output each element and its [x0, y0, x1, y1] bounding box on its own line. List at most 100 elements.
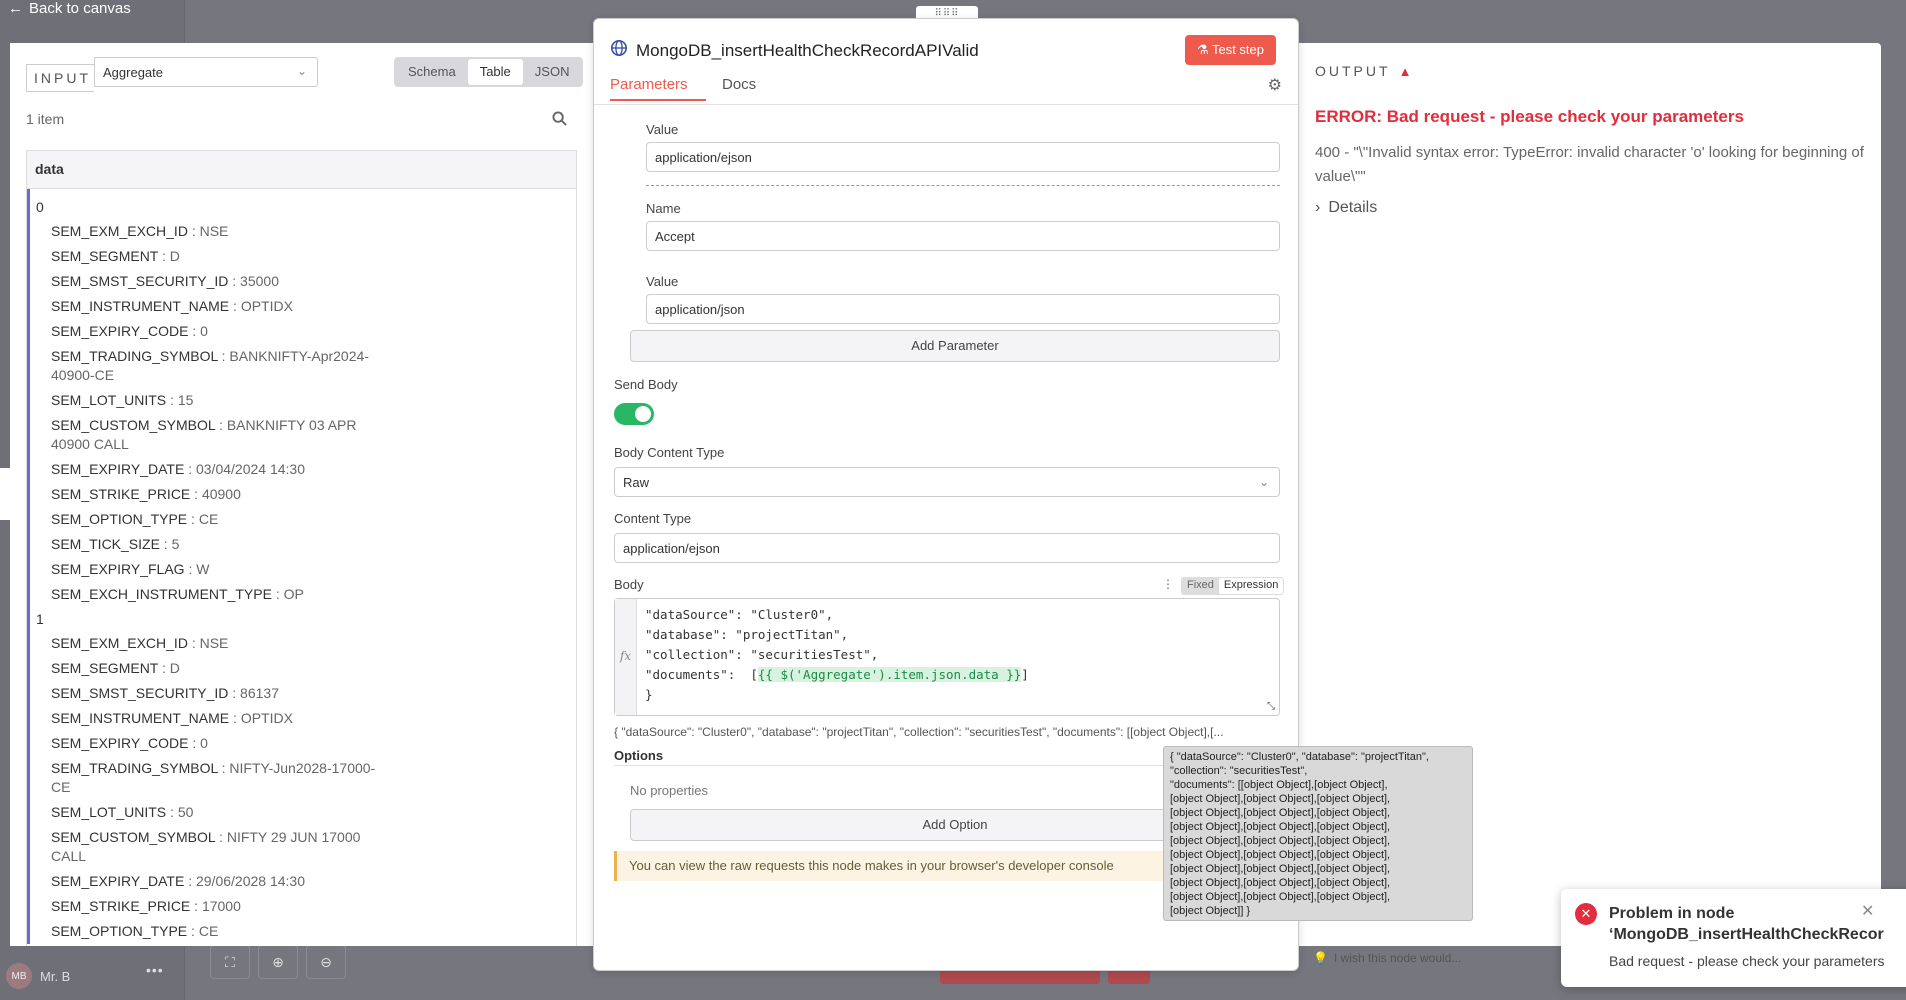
fixed-expression-switch: Fixed Expression [1181, 577, 1285, 595]
chevron-right-icon: › [1315, 199, 1321, 216]
output-title: OUTPUT [1315, 63, 1391, 79]
more-vertical-icon[interactable]: ⋮ [1162, 577, 1174, 591]
field-key: SEM_SEGMENT [51, 248, 159, 264]
data-field-row[interactable]: SEM_OPTION_TYPE : CE [30, 919, 576, 944]
details-toggle[interactable]: › Details [1315, 199, 1377, 217]
add-parameter-button[interactable]: Add Parameter [630, 330, 1280, 362]
error-toast: ✕ Problem in node ‘MongoDB_insertHealthC… [1561, 889, 1906, 987]
data-field-row[interactable]: SEM_CUSTOM_SYMBOL : BANKNIFTY 03 APR 409… [30, 413, 576, 457]
data-field-row[interactable]: SEM_SEGMENT : D [30, 656, 576, 681]
data-field-row[interactable]: SEM_EXPIRY_DATE : 03/04/2024 14:30 [30, 457, 576, 482]
record-index: 1 [36, 611, 44, 627]
tooltip-line: [object Object],[object Object],[object … [1170, 891, 1391, 903]
data-field-row[interactable]: SEM_SEGMENT : D [30, 244, 576, 269]
code-line: "documents": [ [645, 667, 758, 682]
close-icon[interactable]: ✕ [1861, 901, 1874, 921]
field-key: SEM_EXPIRY_DATE [51, 461, 185, 477]
field-separator: : [158, 660, 170, 676]
fit-view-icon[interactable]: ⛶ [210, 945, 250, 979]
data-field-row[interactable]: SEM_TRADING_SYMBOL : NIFTY-Jun2028-17000… [30, 756, 576, 800]
data-field-row[interactable]: SEM_LOT_UNITS : 15 [30, 388, 576, 413]
left-edge-tab [0, 468, 10, 520]
body-label: Body [614, 577, 644, 592]
node-title[interactable]: MongoDB_insertHealthCheckRecordAPIValid [610, 39, 979, 62]
header-value-label-2: Value [646, 274, 679, 289]
data-field-row[interactable]: SEM_STRIKE_PRICE : 40900 [30, 482, 576, 507]
mode-fixed[interactable]: Fixed [1182, 578, 1219, 594]
field-value: 17000 [201, 898, 241, 914]
field-key: SEM_TRADING_SYMBOL [51, 348, 218, 364]
tooltip-line: "documents": [[object Object],[object Ob… [1170, 779, 1388, 791]
error-message: 400 - "\"Invalid syntax error: TypeError… [1315, 144, 1864, 185]
data-field-row[interactable]: SEM_EXM_EXCH_ID : NSE [30, 631, 576, 656]
view-schema[interactable]: Schema [396, 59, 468, 85]
data-field-row[interactable]: SEM_EXPIRY_DATE : 29/06/2028 14:30 [30, 869, 576, 894]
tooltip-line: { "dataSource": "Cluster0", "database": … [1170, 751, 1429, 763]
lightbulb-icon: 💡 [1313, 951, 1328, 965]
body-code: "dataSource": "Cluster0", "database": "p… [645, 605, 1029, 705]
tab-docs[interactable]: Docs [722, 76, 756, 99]
more-icon[interactable]: ••• [146, 962, 164, 978]
code-expression: {{ $('Aggregate').item.json.data }} [757, 667, 1022, 682]
expand-icon[interactable]: ⤡ [1267, 701, 1275, 712]
content-type-input[interactable]: application/ejson [614, 533, 1280, 563]
data-field-row[interactable]: SEM_TICK_SIZE : 5 [30, 532, 576, 557]
field-key: SEM_LOT_UNITS [51, 804, 167, 820]
header-value-input[interactable]: application/ejson [646, 142, 1280, 172]
field-key: SEM_SMST_SECURITY_ID [51, 273, 229, 289]
mode-expression[interactable]: Expression [1218, 578, 1284, 594]
body-content-type-select[interactable]: Raw ⌄ [614, 467, 1280, 497]
flask-icon: ⚗ [1196, 42, 1209, 57]
input-node-select[interactable]: Aggregate ⌄ [94, 57, 318, 87]
data-field-row[interactable]: SEM_INSTRUMENT_NAME : OPTIDX [30, 294, 576, 319]
data-field-row[interactable]: SEM_OPTION_TYPE : CE [30, 507, 576, 532]
data-field-row[interactable]: SEM_LOT_UNITS : 50 [30, 800, 576, 825]
output-header: OUTPUT ▲ [1315, 63, 1411, 79]
data-field-row[interactable]: SEM_STRIKE_PRICE : 17000 [30, 894, 576, 919]
data-field-row[interactable]: SEM_TRADING_SYMBOL : BANKNIFTY-Apr2024-4… [30, 344, 576, 388]
view-table[interactable]: Table [467, 59, 523, 85]
header-name-input[interactable]: Accept [646, 221, 1280, 251]
feedback-link[interactable]: 💡 I wish this node would... [1313, 951, 1461, 965]
test-step-button[interactable]: ⚗ Test step [1184, 35, 1276, 65]
field-key: SEM_STRIKE_PRICE [51, 486, 191, 502]
data-field-row[interactable]: SEM_EXCH_INSTRUMENT_TYPE : OP [30, 582, 576, 607]
back-to-canvas-link[interactable]: ← Back to canvas [8, 0, 131, 17]
view-json[interactable]: JSON [523, 59, 582, 85]
zoom-out-icon[interactable]: ⊖ [306, 945, 346, 979]
gear-icon[interactable]: ⚙ [1268, 75, 1282, 95]
field-separator: : [184, 873, 196, 889]
field-key: SEM_SMST_SECURITY_ID [51, 685, 229, 701]
expression-preview: { "dataSource": "Cluster0", "database": … [614, 725, 1224, 739]
data-field-row[interactable]: SEM_EXPIRY_CODE : 0 [30, 319, 576, 344]
user-menu[interactable]: MB Mr. B [6, 963, 70, 989]
data-field-row[interactable]: SEM_SMST_SECURITY_ID : 86137 [30, 681, 576, 706]
zoom-in-icon[interactable]: ⊕ [258, 945, 298, 979]
content-type-label: Content Type [614, 511, 692, 526]
tooltip-line: [object Object],[object Object],[object … [1170, 877, 1391, 889]
data-field-row[interactable]: SEM_SMST_SECURITY_ID : 35000 [30, 269, 576, 294]
send-body-toggle[interactable] [614, 403, 654, 425]
chevron-down-icon: ⌄ [296, 64, 307, 78]
body-content-type-label: Body Content Type [614, 445, 725, 460]
header-name-label: Name [646, 201, 681, 216]
field-value: 15 [177, 392, 194, 408]
field-value: OPTIDX [240, 298, 293, 314]
search-icon[interactable] [552, 111, 567, 129]
field-key: SEM_INSTRUMENT_NAME [51, 298, 230, 314]
data-field-row[interactable]: SEM_EXM_EXCH_ID : NSE [30, 219, 576, 244]
data-field-row[interactable]: SEM_INSTRUMENT_NAME : OPTIDX [30, 706, 576, 731]
data-table: data 0 SEM_EXM_EXCH_ID : NSE SEM_SEGMENT :… [26, 150, 577, 946]
data-field-row[interactable]: SEM_EXPIRY_FLAG : W [30, 557, 576, 582]
field-key: SEM_EXPIRY_DATE [51, 873, 185, 889]
data-field-row[interactable]: SEM_CUSTOM_SYMBOL : NIFTY 29 JUN 17000 C… [30, 825, 576, 869]
field-separator: : [271, 586, 284, 602]
data-field-row[interactable]: SEM_EXPIRY_CODE : 0 [30, 731, 576, 756]
tooltip-line: "collection": "securitiesTest", [1170, 765, 1308, 777]
input-title: INPUT [26, 64, 94, 92]
tab-parameters[interactable]: Parameters [610, 76, 706, 101]
body-expression-editor[interactable]: fx "dataSource": "Cluster0", "database":… [614, 598, 1280, 716]
header-value-input-2[interactable]: application/json [646, 294, 1280, 324]
field-separator: : [215, 417, 227, 433]
chevron-down-icon: ⌄ [1258, 475, 1269, 489]
